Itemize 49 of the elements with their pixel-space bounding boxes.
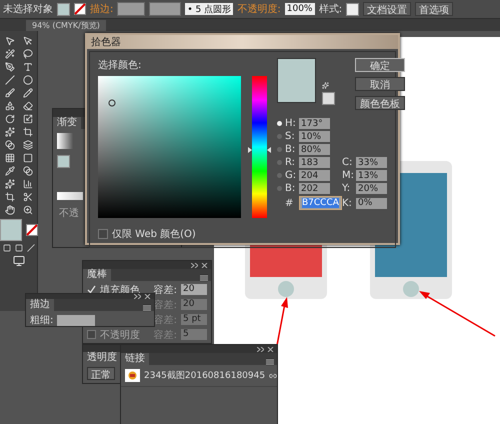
hex-field[interactable]: B7CCCA (299, 196, 342, 210)
field-label: G: (285, 170, 298, 181)
dialog-button[interactable]: 颜色色板 (355, 96, 405, 110)
value-field[interactable]: 204 (299, 170, 330, 181)
value-field[interactable]: 183 (299, 157, 330, 168)
toolbar-button[interactable]: 文档设置 (363, 2, 412, 16)
style-label: 样式: (318, 2, 342, 16)
value-field[interactable]: 80% (299, 144, 330, 155)
field-label: B: (285, 144, 296, 155)
dialog-title: 拾色器 (87, 35, 398, 49)
value-field[interactable]: 10% (299, 131, 330, 142)
field-label: R: (285, 157, 296, 168)
dialog-button[interactable]: 确定 (355, 58, 405, 72)
dialog-button[interactable]: 取消 (355, 77, 405, 91)
brush-dropdown[interactable]: • 5 点圆形 (185, 3, 234, 15)
document-tab[interactable]: 94% (CMYK/预览) (26, 20, 106, 31)
field-label: Y: (342, 183, 352, 194)
value-field[interactable]: 33% (356, 157, 387, 168)
tolerance-label: 容差: (154, 284, 177, 296)
opacity-label: 不透 (59, 206, 80, 220)
field-label: S: (285, 131, 296, 142)
field-label: H: (285, 118, 297, 129)
value-field[interactable]: 0% (356, 198, 387, 208)
panel-tab[interactable]: 链接 (121, 353, 149, 365)
field-label: B: (285, 183, 296, 194)
value-field[interactable]: 173° (299, 118, 330, 129)
opacity-label[interactable]: 不透明度: (237, 2, 281, 16)
toolbar-button[interactable]: 首选项 (415, 2, 454, 16)
value-field[interactable]: 202 (299, 183, 330, 194)
hex-label: # (285, 198, 294, 208)
panel-tab[interactable]: 描边 (26, 299, 54, 311)
opacity-field[interactable]: 100% (284, 3, 315, 15)
blend-mode-dropdown[interactable]: 正常 (87, 367, 115, 380)
prompt-label: 选择颜色: (98, 58, 142, 72)
selection-status: 未选择对象 (3, 2, 53, 16)
field-label: C: (342, 157, 354, 168)
weight-label: 粗细: (30, 314, 54, 327)
value-field[interactable]: 13% (356, 170, 387, 181)
field-label: M: (342, 170, 355, 181)
panel-tab[interactable]: 魔棒 (83, 269, 111, 281)
web-only-label: 仅限 Web 颜色(O) (112, 228, 196, 241)
tolerance-field[interactable]: 20 (181, 284, 207, 295)
field-label: K: (342, 198, 353, 208)
option-label: 不透明度 (100, 328, 140, 342)
panel-tab[interactable]: 透明度 (83, 352, 121, 364)
panel-tab[interactable]: 渐变 (53, 117, 81, 129)
link-name[interactable]: 2345截图20160816180945 (144, 369, 266, 382)
stroke-label[interactable]: 描边: (90, 2, 114, 16)
value-field[interactable]: 20% (356, 183, 387, 194)
